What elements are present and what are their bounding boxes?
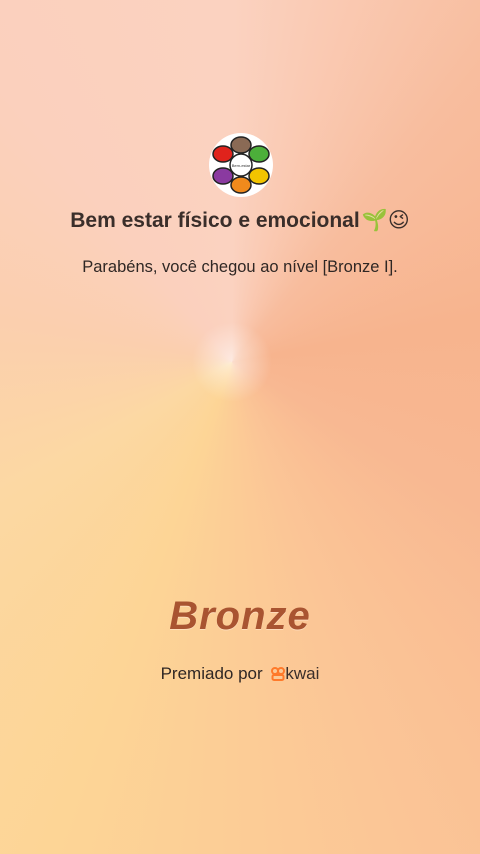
level-badge-name: Bronze [169, 594, 311, 638]
congratulations-message: Parabéns, você chegou ao nível [Bronze I… [82, 258, 398, 276]
awarded-by-line: Premiado por kwai [0, 664, 480, 684]
logo-center-text: Bem-estar [232, 163, 251, 168]
group-title: Bem estar físico e emocional🌱😉 [0, 208, 480, 233]
title-text: Bem estar físico e emocional [70, 209, 360, 232]
kwai-brand-text: kwai [285, 664, 320, 683]
awarded-by-label: Premiado por [160, 664, 263, 683]
gradient-background [0, 0, 480, 854]
title-emojis: 🌱😉 [361, 209, 410, 232]
kwai-logo-icon [271, 667, 286, 681]
group-logo: Bem-estar [208, 132, 274, 198]
